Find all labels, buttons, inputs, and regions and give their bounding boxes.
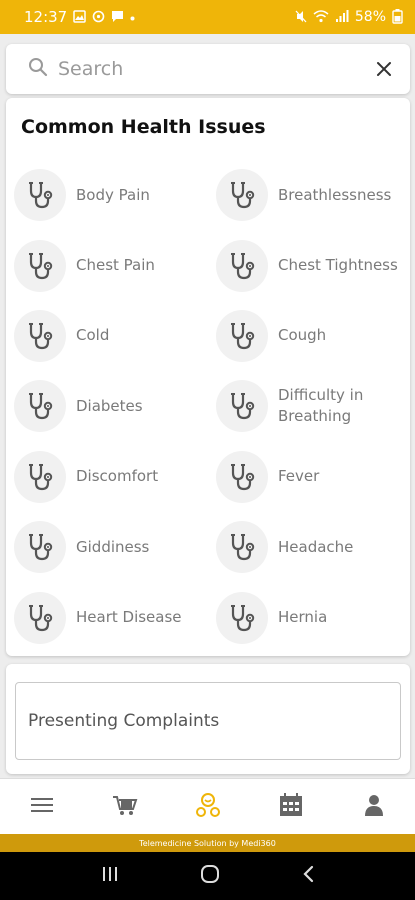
nav-cart[interactable]	[95, 779, 155, 835]
consult-icon	[194, 791, 222, 823]
health-issue-label: Diabetes	[76, 396, 143, 415]
health-issue-label: Giddiness	[76, 537, 150, 556]
health-issue-label: Difficulty in Breathing	[278, 386, 364, 426]
issues-grid: Body Pain Breathlessness Chest Pain Chest T…	[14, 160, 406, 653]
health-issue-item[interactable]: Hernia	[216, 582, 406, 652]
health-issue-item[interactable]: Difficulty in Breathing	[216, 371, 406, 441]
health-issue-label: Cough	[278, 326, 327, 345]
search-bar	[6, 44, 410, 94]
stethoscope-icon	[216, 169, 268, 222]
nav-profile[interactable]	[344, 779, 404, 835]
section-title: Common Health Issues	[21, 116, 266, 138]
status-right: 58%	[295, 8, 403, 26]
health-issue-item[interactable]: Chest Tightness	[216, 230, 406, 300]
recents-icon[interactable]	[101, 865, 119, 887]
footer-strip: Telemedicine Solution by Medi360	[0, 834, 415, 852]
profile-icon	[364, 794, 384, 820]
status-bar: 12:37 58%	[0, 0, 415, 34]
health-issue-label: Discomfort	[76, 467, 159, 486]
health-issue-item[interactable]: Fever	[216, 442, 406, 512]
stethoscope-icon	[216, 380, 268, 433]
cart-icon	[112, 793, 138, 821]
health-issue-item[interactable]: Headache	[216, 512, 406, 582]
status-left: 12:37	[24, 8, 135, 26]
health-issue-item[interactable]: Diabetes	[14, 371, 216, 441]
nav-calendar[interactable]	[261, 779, 321, 835]
battery-text: 58%	[354, 9, 386, 25]
stethoscope-icon	[14, 450, 66, 503]
back-icon[interactable]	[301, 865, 315, 887]
mute-icon	[295, 10, 307, 25]
common-health-issues-card: Common Health Issues Body Pain Breathless…	[6, 98, 410, 656]
health-issue-item[interactable]: Giddiness	[14, 512, 216, 582]
search-input[interactable]	[58, 58, 374, 80]
health-issue-label: Heart Disease	[76, 608, 182, 627]
stethoscope-icon	[14, 239, 66, 292]
stethoscope-icon	[216, 591, 268, 644]
health-issue-item[interactable]: Breathlessness	[216, 160, 406, 230]
home-icon[interactable]	[200, 864, 220, 888]
health-issue-item[interactable]: Heart Disease	[14, 582, 216, 652]
health-issue-label: Headache	[278, 537, 354, 556]
health-issue-item[interactable]: Cough	[216, 301, 406, 371]
health-issue-item[interactable]: Discomfort	[14, 442, 216, 512]
complaints-label: Presenting Complaints	[28, 711, 220, 731]
stethoscope-icon	[216, 450, 268, 503]
health-issue-label: Cold	[76, 326, 110, 345]
stethoscope-icon	[14, 309, 66, 362]
health-issue-label: Body Pain	[76, 185, 150, 204]
health-issue-item[interactable]: Cold	[14, 301, 216, 371]
health-issue-label: Breathlessness	[278, 185, 392, 204]
footer-text: Telemedicine Solution by Medi360	[139, 838, 276, 848]
stethoscope-icon	[14, 169, 66, 222]
bottom-nav	[0, 778, 415, 834]
search-icon	[28, 57, 48, 81]
stethoscope-icon	[216, 521, 268, 574]
wifi-icon	[313, 9, 329, 25]
battery-icon	[392, 8, 403, 26]
status-time: 12:37	[24, 8, 68, 26]
close-icon[interactable]	[374, 59, 394, 79]
stethoscope-icon	[216, 309, 268, 362]
complaints-card: Presenting Complaints	[6, 664, 410, 774]
health-issue-label: Fever	[278, 467, 320, 486]
dot-icon	[130, 11, 135, 23]
nav-menu[interactable]	[12, 779, 72, 835]
menu-icon	[30, 796, 53, 818]
nav-consult[interactable]	[178, 779, 238, 835]
calendar-icon	[279, 792, 303, 821]
health-issue-label: Chest Pain	[76, 256, 155, 275]
stethoscope-icon	[14, 521, 66, 574]
stethoscope-icon	[14, 380, 66, 433]
message-notification-icon	[111, 10, 124, 25]
health-issue-label: Chest Tightness	[278, 256, 398, 275]
health-issue-label: Hernia	[278, 608, 328, 627]
health-issue-item[interactable]: Chest Pain	[14, 230, 216, 300]
signal-icon	[335, 9, 349, 25]
gallery-notification-icon	[73, 9, 86, 25]
stethoscope-icon	[216, 239, 268, 292]
android-nav-bar	[0, 852, 415, 900]
stethoscope-icon	[14, 591, 66, 644]
presenting-complaints-field[interactable]: Presenting Complaints	[15, 682, 401, 760]
gear-notification-icon	[92, 10, 105, 25]
health-issue-item[interactable]: Body Pain	[14, 160, 216, 230]
